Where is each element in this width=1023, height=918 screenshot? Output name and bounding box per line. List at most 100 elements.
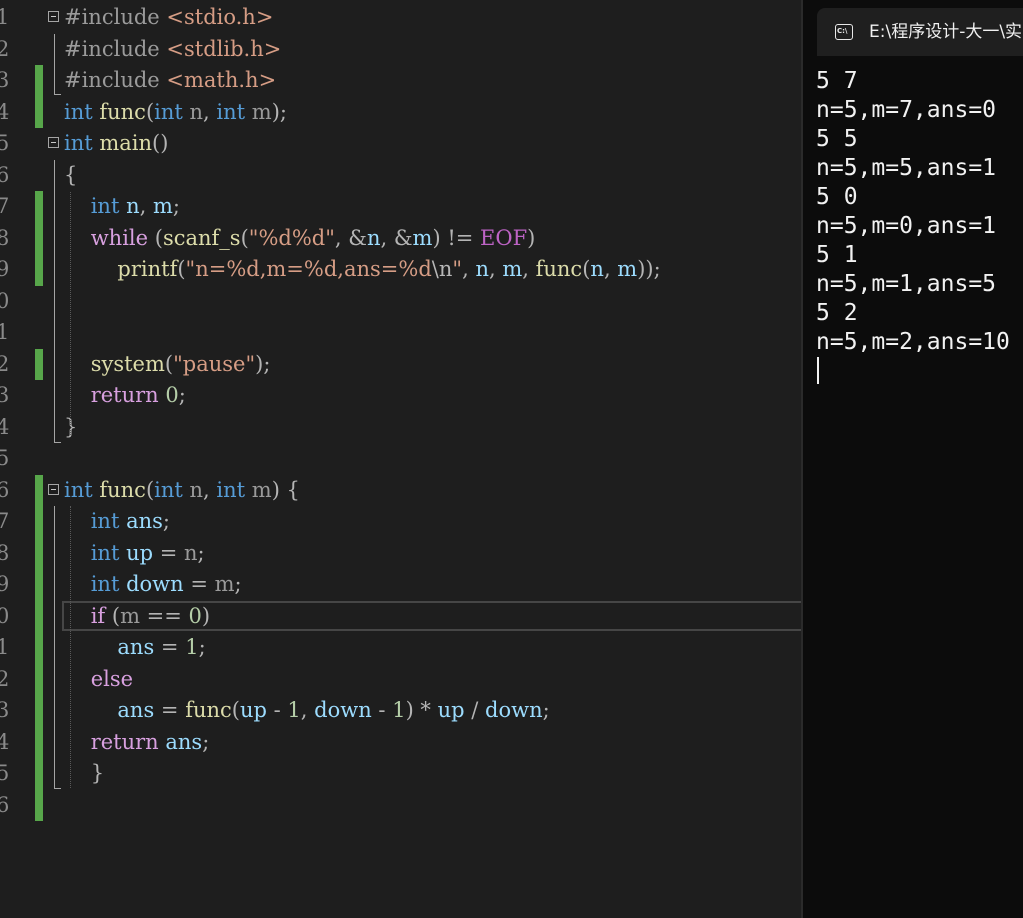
change-marker [35,474,43,506]
code-line[interactable]: 6 [0,789,801,821]
current-line-highlight [62,601,801,631]
code-token: , & [334,225,367,250]
code-token: )); [637,257,661,281]
code-token: m [251,99,272,124]
line-number: 5 [0,761,10,785]
code-token: ( [177,257,186,281]
collapse-icon[interactable] [48,11,59,22]
code-line[interactable]: 5 } [0,758,801,790]
code-line[interactable]: 4} [0,412,801,444]
code-token: ; [172,194,180,218]
code-token: m [502,257,523,281]
code-token: <math.h> [166,68,277,92]
line-number: 6 [0,477,10,502]
code-token: { [64,162,78,187]
code-line[interactable]: 3 ans = func(up - 1, down - 1) * up / do… [0,695,801,727]
code-line[interactable]: 2 system("pause"); [0,348,801,380]
code-line[interactable]: 2 #include <stdlib.h> [0,34,801,66]
code-token: else [90,666,134,691]
console-icon: C:\ [835,24,853,40]
code-token: ) [527,225,536,250]
code-token: n [590,257,604,281]
code-line[interactable]: 9 printf("n=%d,m=%d,ans=%d\n", n, m, fun… [0,254,801,286]
code-token: up [126,540,154,565]
code-line[interactable]: 5 [0,443,801,475]
code-token: n [189,477,204,502]
collapse-icon[interactable] [48,137,59,148]
console-line: 5 2 [816,300,858,326]
code-line[interactable]: 1 [0,317,801,349]
code-token: int [90,540,127,565]
code-line[interactable]: 7 int ans; [0,506,801,538]
fold-end-main [54,442,61,443]
code-token: "n=%d,m=%d,ans=%d [185,257,432,281]
fold-line-func [54,506,55,788]
code-token: ans [117,635,155,659]
code-token: ; [542,698,550,722]
code-text: #include <math.h> [64,65,276,97]
change-marker [35,222,43,254]
code-token: - [371,698,393,722]
change-marker [35,695,43,727]
code-token: ; [198,635,206,659]
code-token: int [90,509,127,533]
code-token: = [153,540,184,565]
code-line[interactable]: 6 int func(int n, int m) { [0,474,801,506]
code-token: #include [64,36,167,61]
collapse-icon[interactable] [48,483,59,495]
line-number: 6 [0,162,10,187]
code-line[interactable]: 5 int main() [0,128,801,160]
code-line[interactable]: 6{ [0,160,801,192]
change-marker [35,65,43,97]
line-number: 1 [0,635,10,659]
code-line[interactable]: 2 else [0,663,801,695]
code-line[interactable]: 7 int n, m; [0,191,801,223]
code-token: ); [271,99,287,124]
code-line[interactable]: 4 return ans; [0,726,801,759]
console-window[interactable]: C:\ E:\程序设计-大一\实 5 7 n=5,m=7,ans=0 5 5 n=5,… [801,0,1023,918]
change-marker [35,96,43,128]
code-line[interactable]: 3 return 0; [0,380,801,412]
code-token: - [266,698,288,722]
line-number: 8 [0,540,10,565]
code-line[interactable]: 1 #include <stdio.h> [0,2,801,34]
code-line[interactable]: 3 #include <math.h> [0,65,801,97]
code-line[interactable]: 8 int up = n; [0,537,801,570]
code-token: func [99,99,146,124]
code-token: n [189,99,204,124]
code-text: int ans; [64,506,170,538]
code-line[interactable]: 0 [0,286,801,318]
change-marker [35,726,43,758]
code-line[interactable]: 8 while (scanf_s("%d%d", &n, &m) != EOF) [0,222,801,255]
line-number: 1 [0,320,10,344]
console-line: n=5,m=2,ans=10 [816,329,1010,355]
code-token: int [64,131,100,155]
code-text: return ans; [64,727,210,759]
code-token: = [154,635,186,659]
line-number: 4 [0,414,10,439]
code-token: int [154,99,190,124]
code-token: func [185,698,232,722]
code-editor[interactable]: 1 #include <stdio.h> 2 #include <stdlib.h> 3… [0,0,801,918]
line-number: 1 [0,5,10,29]
code-text: while (scanf_s("%d%d", &n, &m) != EOF) [64,223,536,255]
code-text: int main() [64,128,168,160]
line-number: 5 [0,446,10,470]
change-marker [35,663,43,695]
code-text: int up = n; [64,538,205,570]
code-text: int n, m; [64,191,180,223]
code-line[interactable]: 1 ans = 1; [0,632,801,664]
code-token: ); [255,351,271,376]
line-number: 7 [0,194,10,218]
code-token: system [90,351,165,376]
code-line[interactable]: 4 int func(int n, int m); [0,96,801,128]
code-line[interactable]: 9 int down = m; [0,569,801,601]
fold-end-includes [54,94,61,95]
console-line: n=5,m=0,ans=1 [816,213,997,239]
console-tab[interactable]: C:\ E:\程序设计-大一\实 [817,8,1023,56]
